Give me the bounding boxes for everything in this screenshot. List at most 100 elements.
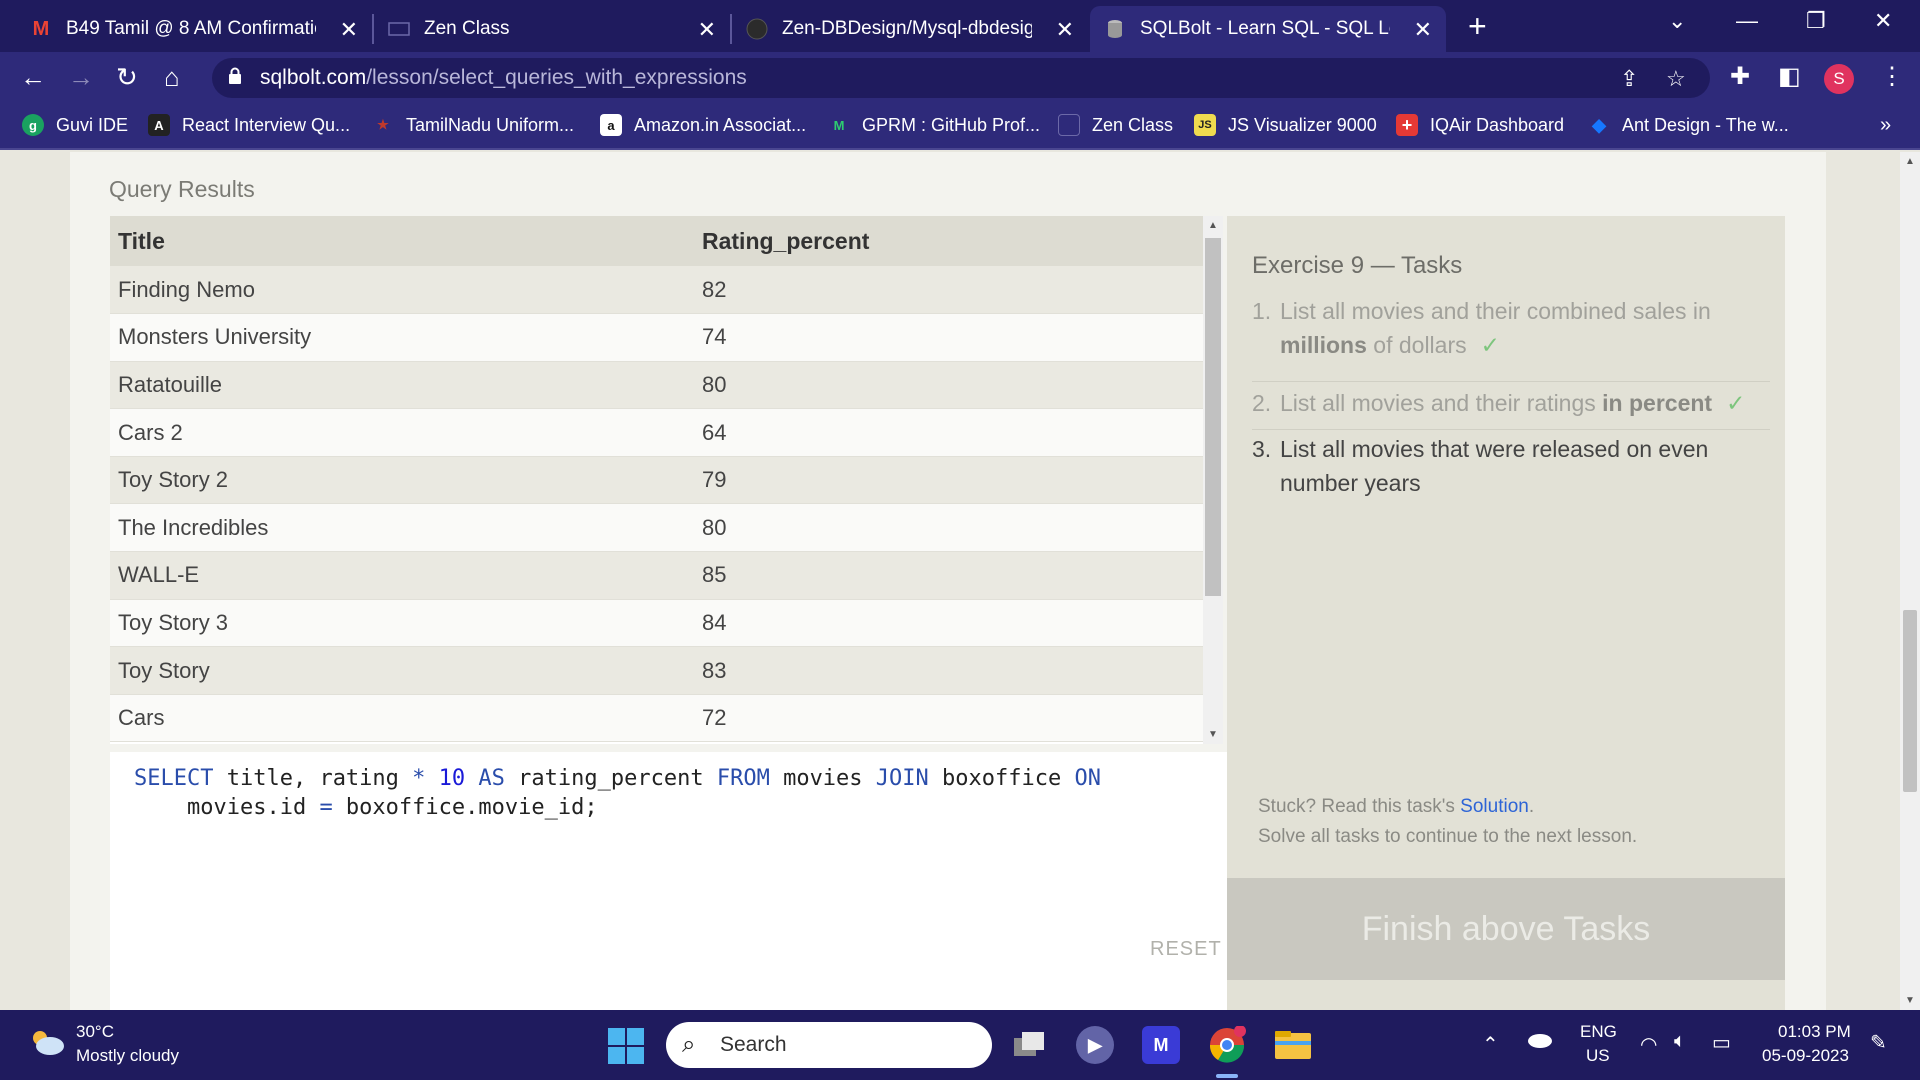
bookmark-label: Ant Design - The w... [1622,114,1789,135]
address-bar[interactable]: sqlbolt.com/lesson/select_queries_with_e… [212,58,1710,98]
forward-arrow-icon[interactable]: → [68,62,94,93]
bookmark-ant-design[interactable]: ◆ Ant Design - The w... [1588,114,1789,136]
reload-icon[interactable]: ↻ [116,62,138,93]
tab-search-chevron-icon[interactable]: ⌄ [1668,8,1686,34]
notification-icon[interactable]: ✎ [1870,1030,1887,1055]
finish-tasks-button[interactable]: Finish above Tasks [1227,878,1785,980]
search-placeholder: Search [720,1033,787,1056]
query-results-heading: Query Results [109,176,255,202]
close-icon[interactable]: ✕ [340,17,358,43]
close-icon[interactable]: ✕ [1056,17,1074,43]
sql-editor[interactable]: SELECT title, rating * 10 AS rating_perc… [110,752,1227,1010]
cell-title: Toy Story 2 [110,456,694,505]
bookmark-tamilnadu-uniform[interactable]: ★ TamilNadu Uniform... [372,114,574,136]
scroll-up-arrow-icon[interactable]: ▲ [1905,156,1915,167]
table-row: The Incredibles 80 [110,503,1203,553]
cell-rating: 72 [694,694,1203,743]
table-row: Toy Story 3 84 [110,599,1203,648]
query-results-table[interactable]: Title Rating_percent Finding Nemo 82 Mons… [110,216,1203,744]
tab-github[interactable]: Zen-DBDesign/Mysql-dbdesign.t ✕ [732,6,1088,52]
tab-sqlbolt[interactable]: SQLBolt - Learn SQL - SQL Lesson ✕ [1090,6,1446,52]
language-indicator-bottom[interactable]: US [1586,1046,1610,1066]
close-icon[interactable]: ✕ [698,17,716,43]
bookmark-amazon-associates[interactable]: a Amazon.in Associat... [600,114,806,136]
weather-temperature[interactable]: 30°C [76,1022,114,1042]
more-bookmarks-chevron-icon[interactable]: » [1880,114,1891,137]
cloudy-weather-icon[interactable] [28,1028,66,1056]
clock-date[interactable]: 05-09-2023 [1762,1046,1849,1066]
scroll-down-arrow-icon[interactable]: ▼ [1905,995,1915,1006]
table-row: Cars 2 64 [110,408,1203,457]
browser-tab-strip: M B49 Tamil @ 8 AM Confirmation ✕ Zen Cl… [0,0,1920,52]
window-close-icon[interactable]: ✕ [1874,8,1892,34]
share-icon[interactable]: ⇪ [1620,66,1638,92]
active-app-indicator [1216,1074,1238,1078]
bookmark-react-interview[interactable]: A React Interview Qu... [148,114,350,136]
cell-title: WALL-E [110,551,694,600]
cell-title: The Incredibles [110,503,694,553]
scroll-up-arrow-icon[interactable]: ▲ [1208,220,1218,231]
scrollbar-thumb[interactable] [1903,610,1917,792]
guvi-icon: g [22,114,44,136]
battery-icon[interactable]: ▭ [1712,1030,1731,1055]
code-token: SELECT [134,766,214,791]
onedrive-cloud-icon[interactable] [1526,1030,1552,1053]
tab-zen-class[interactable]: Zen Class ✕ [374,6,730,52]
teams-chat-icon[interactable]: ▶ [1076,1026,1114,1064]
results-scrollbar[interactable]: ▲ ▼ [1203,216,1223,744]
code-token: boxoffice.movie_id; [332,795,598,820]
bookmark-label: TamilNadu Uniform... [406,114,575,135]
minimize-icon[interactable]: — [1736,8,1758,34]
code-token: title, rating [213,766,413,791]
speaker-icon[interactable]: 🔈︎ [1674,1030,1686,1053]
scrollbar-thumb[interactable] [1205,238,1221,596]
tasks-heading: Exercise 9 — Tasks [1252,252,1463,279]
search-icon: ⌕ [682,1031,696,1058]
close-icon[interactable]: ✕ [1414,17,1432,43]
chrome-icon[interactable] [1208,1026,1246,1064]
gmail-icon: M [32,17,50,40]
file-explorer-icon[interactable] [1274,1026,1312,1064]
code-token: movies [769,766,876,791]
tab-gmail[interactable]: M B49 Tamil @ 8 AM Confirmation ✕ [16,6,372,52]
page-content: Query Results Title Rating_percent Findi… [0,152,1900,1010]
solution-link[interactable]: Solution [1460,796,1529,817]
code-line-1: SELECT title, rating * 10 AS rating_perc… [134,764,1101,793]
chevron-up-icon[interactable]: ⌃ [1482,1032,1499,1057]
windows-start-icon[interactable] [608,1028,644,1064]
extensions-puzzle-icon[interactable]: ✚ [1730,62,1750,91]
weather-description[interactable]: Mostly cloudy [76,1046,179,1066]
check-icon: ✓ [1480,332,1500,358]
bookmark-gprm-github[interactable]: M GPRM : GitHub Prof... [828,114,1040,136]
task-view-icon[interactable] [1010,1026,1048,1064]
cell-rating: 74 [694,313,1203,362]
back-arrow-icon[interactable]: ← [20,62,46,93]
clock-time[interactable]: 01:03 PM [1778,1022,1851,1042]
page-scrollbar[interactable]: ▲ ▼ [1900,152,1920,1010]
task-text: List all movies and their combined sales… [1280,298,1711,324]
task-bold-text: in percent [1602,390,1713,416]
home-icon[interactable]: ⌂ [164,62,180,93]
reset-button[interactable]: RESET [1150,938,1222,961]
visual-studio-icon[interactable]: M [1142,1026,1180,1064]
wifi-icon[interactable]: ◠ [1640,1032,1657,1057]
iqair-icon: + [1396,114,1418,136]
bookmark-js-visualizer[interactable]: JS JS Visualizer 9000 [1194,114,1377,136]
task-number: 3. [1252,436,1272,462]
restore-icon[interactable]: ❐ [1806,8,1826,34]
url-text[interactable]: sqlbolt.com/lesson/select_queries_with_e… [260,66,747,90]
cell-title: Toy Story [110,646,694,695]
kebab-menu-icon[interactable]: ⋮ [1880,62,1904,91]
side-panel-icon[interactable]: ◧ [1778,62,1801,91]
taskbar-search[interactable]: ⌕ Search [666,1022,992,1068]
scroll-down-arrow-icon[interactable]: ▼ [1208,729,1218,740]
new-tab-icon[interactable]: + [1468,8,1487,45]
table-row: Finding Nemo 82 [110,266,1203,315]
bookmark-star-icon[interactable]: ☆ [1666,66,1686,92]
language-indicator-top[interactable]: ENG [1580,1022,1617,1042]
sql-code[interactable]: SELECT title, rating * 10 AS rating_perc… [134,764,1101,822]
bookmark-iqair[interactable]: + IQAir Dashboard [1396,114,1564,136]
bookmark-guvi-ide[interactable]: g Guvi IDE [22,114,128,136]
bookmark-zen-class[interactable]: Zen Class [1058,114,1173,136]
avatar[interactable]: S [1824,64,1854,94]
